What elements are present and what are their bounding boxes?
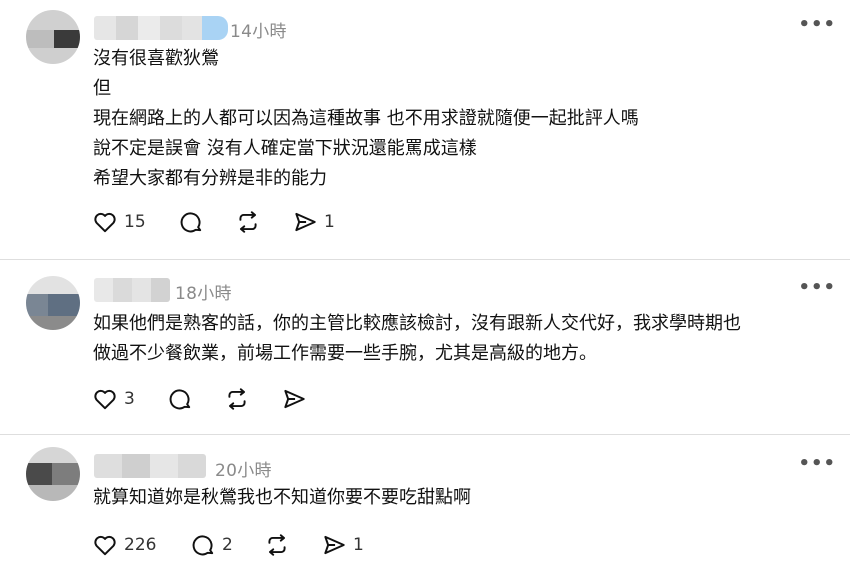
comment-text: 沒有很喜歡狄鶯 但 現在網路上的人都可以因為這種故事 也不用求證就隨便一起批評人…: [93, 44, 639, 194]
comment-line: 現在網路上的人都可以因為這種故事 也不用求證就隨便一起批評人嗎: [93, 108, 639, 129]
avatar[interactable]: [26, 276, 80, 330]
share-icon: [295, 212, 316, 232]
comment-line: 做過不少餐飲業，前場工作需要一些手腕，尤其是高級的地方。: [93, 343, 597, 364]
repost-button[interactable]: [235, 209, 267, 235]
comment-line: 沒有很喜歡狄鶯: [93, 48, 219, 69]
timestamp: 14小時: [230, 22, 287, 42]
comment-line: 但: [93, 78, 111, 99]
like-button[interactable]: 15: [92, 209, 146, 235]
more-options-icon[interactable]: •••: [798, 14, 836, 35]
comment-line: 希望大家都有分辨是非的能力: [93, 168, 327, 189]
timestamp: 18小時: [175, 284, 232, 304]
like-count: 226: [124, 535, 157, 555]
like-count: 15: [124, 212, 146, 232]
timestamp: 20小時: [215, 461, 272, 481]
like-count: 3: [124, 389, 135, 409]
share-icon: [324, 535, 345, 555]
more-options-icon[interactable]: •••: [798, 277, 836, 298]
share-icon: [284, 389, 305, 409]
share-button[interactable]: 1: [292, 209, 335, 235]
comment-icon: [180, 212, 202, 233]
more-options-icon[interactable]: •••: [798, 453, 836, 474]
avatar[interactable]: [26, 10, 80, 64]
reply-button[interactable]: [178, 209, 210, 235]
comment-post: 20小時 ••• 就算知道妳是秋鶯我也不知道你要不要吃甜點啊 226 2 1: [0, 435, 850, 572]
heart-icon: [94, 536, 116, 556]
comment-text: 如果他們是熟客的話，你的主管比較應該檢討，沒有跟新人交代好，我求學時期也 做過不…: [93, 309, 741, 369]
like-button[interactable]: 226: [92, 532, 156, 558]
reply-button[interactable]: 2: [190, 532, 233, 558]
username-blurred[interactable]: [94, 16, 228, 40]
repost-icon: [239, 211, 257, 233]
share-count: 1: [353, 535, 364, 555]
comment-line: 說不定是誤會 沒有人確定當下狀況還能罵成這樣: [93, 138, 477, 159]
heart-icon: [94, 213, 116, 233]
share-button[interactable]: 1: [321, 532, 364, 558]
share-count: 1: [324, 212, 335, 232]
username-blurred[interactable]: [94, 454, 206, 478]
comment-post: 18小時 ••• 如果他們是熟客的話，你的主管比較應該檢討，沒有跟新人交代好，我…: [0, 260, 850, 434]
comment-line: 如果他們是熟客的話，你的主管比較應該檢討，沒有跟新人交代好，我求學時期也: [93, 313, 741, 334]
like-button[interactable]: 3: [92, 386, 135, 412]
comment-post: 14小時 ••• 沒有很喜歡狄鶯 但 現在網路上的人都可以因為這種故事 也不用求…: [0, 0, 850, 260]
repost-button[interactable]: [264, 532, 296, 558]
repost-button[interactable]: [224, 386, 256, 412]
comment-line: 就算知道妳是秋鶯我也不知道你要不要吃甜點啊: [93, 487, 471, 508]
comment-text: 就算知道妳是秋鶯我也不知道你要不要吃甜點啊: [93, 483, 471, 513]
repost-icon: [268, 534, 286, 556]
username-blurred[interactable]: [94, 278, 170, 302]
avatar[interactable]: [26, 447, 80, 501]
heart-icon: [94, 390, 116, 410]
reply-count: 2: [222, 535, 233, 555]
comment-icon: [192, 535, 214, 556]
comment-icon: [169, 389, 191, 410]
share-button[interactable]: [281, 386, 313, 412]
reply-button[interactable]: [167, 386, 199, 412]
repost-icon: [228, 388, 246, 410]
